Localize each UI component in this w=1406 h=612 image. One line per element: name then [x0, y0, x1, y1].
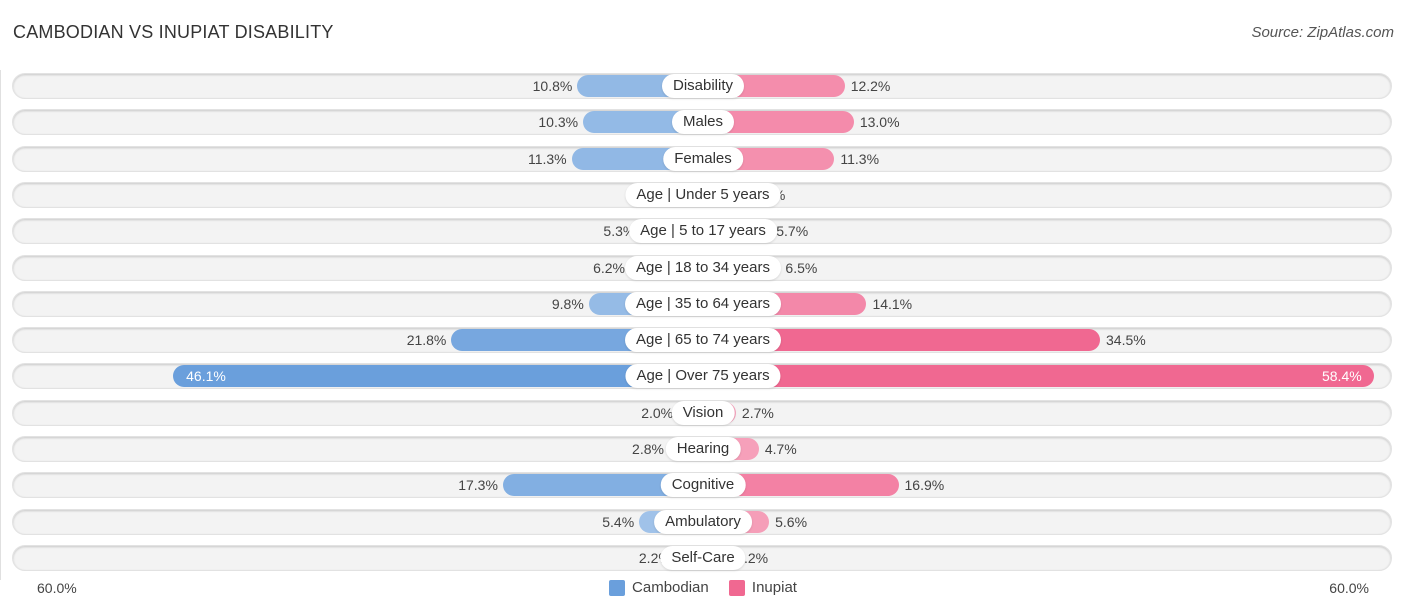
- category-label: Males: [671, 110, 735, 135]
- category-label: Hearing: [665, 437, 741, 461]
- legend-label-cambodian: Cambodian: [632, 579, 709, 596]
- value-label-inupiat: 34.5%: [1106, 332, 1146, 349]
- category-label: Vision: [671, 400, 735, 425]
- value-label-cambodian: 11.3%: [527, 150, 567, 167]
- legend-label-inupiat: Inupiat: [751, 579, 797, 596]
- category-label: Ambulatory: [654, 509, 752, 534]
- legend-swatch-cambodian: [609, 579, 626, 596]
- category-label: Self-Care: [660, 545, 746, 570]
- value-label-cambodian: 10.8%: [532, 78, 573, 94]
- value-label-cambodian: 10.3%: [538, 114, 579, 131]
- value-label-inupiat: 58.4%: [1321, 368, 1362, 385]
- value-label-inupiat: 14.1%: [872, 295, 913, 312]
- value-label-inupiat: 11.3%: [840, 150, 880, 167]
- value-label-cambodian: 6.2%: [593, 259, 626, 276]
- chart-area: 10.8% 12.2% Disability 10.3% 13.0% Males 11.3%…: [0, 0, 1406, 612]
- value-label-cambodian: 2.8%: [632, 441, 664, 457]
- value-label-inupiat: 6.5%: [785, 259, 818, 276]
- category-label: Age | 35 to 64 years: [625, 291, 781, 316]
- category-label: Age | 65 to 74 years: [625, 328, 781, 353]
- value-label-inupiat: 13.0%: [859, 114, 900, 131]
- value-label-cambodian: 9.8%: [551, 295, 584, 312]
- value-label-cambodian: 21.8%: [406, 332, 447, 349]
- value-label-inupiat: 5.6%: [775, 513, 808, 530]
- legend-item-cambodian[interactable]: Cambodian: [609, 579, 709, 596]
- value-label-cambodian: 46.1%: [186, 368, 226, 385]
- value-label-cambodian: 2.0%: [641, 404, 674, 421]
- bar-cambodian[interactable]: [173, 365, 703, 388]
- legend-swatch-inupiat: [728, 579, 745, 596]
- value-label-inupiat: 4.7%: [764, 441, 797, 457]
- value-label-cambodian: 17.3%: [458, 477, 498, 494]
- legend-item-inupiat[interactable]: Inupiat: [728, 579, 797, 596]
- bar-inupiat[interactable]: [703, 365, 1374, 388]
- category-label: Age | Under 5 years: [625, 182, 781, 207]
- value-label-cambodian: 5.4%: [602, 513, 635, 530]
- value-label-inupiat: 12.2%: [850, 78, 891, 94]
- legend: Cambodian Inupiat: [0, 579, 1406, 600]
- category-label: Age | 18 to 34 years: [625, 255, 781, 280]
- category-label: Females: [663, 146, 743, 171]
- category-label: Cognitive: [660, 473, 746, 498]
- value-label-inupiat: 5.7%: [776, 223, 809, 240]
- value-label-inupiat: 16.9%: [904, 477, 945, 494]
- value-label-inupiat: 2.7%: [741, 404, 774, 421]
- category-label: Disability: [661, 74, 745, 98]
- gridline-left: [0, 70, 1, 580]
- category-label: Age | 5 to 17 years: [629, 219, 777, 244]
- category-label: Age | Over 75 years: [625, 364, 781, 389]
